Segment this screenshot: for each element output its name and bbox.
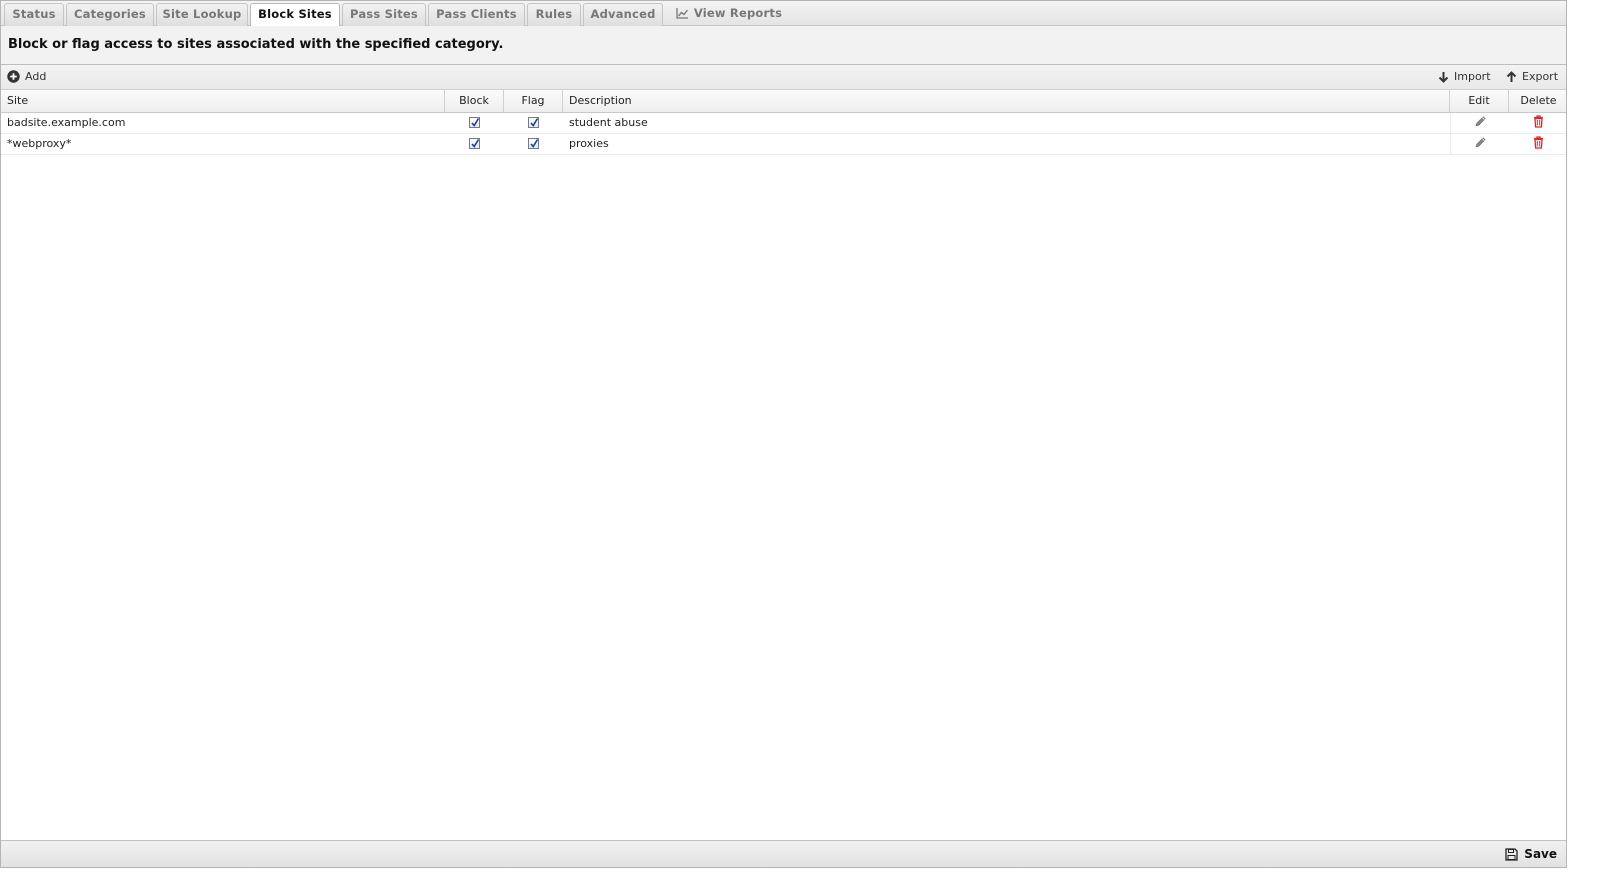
arrow-up-icon [1506, 71, 1517, 82]
tab-label: Site Lookup [162, 7, 242, 21]
checkmark-icon [471, 117, 480, 127]
checkmark-icon [530, 138, 539, 148]
grid-header: Site Block Flag Description Edit Delete [1, 90, 1566, 113]
column-header-edit: Edit [1450, 90, 1509, 112]
block-checkbox[interactable] [469, 116, 480, 128]
import-label: Import [1454, 70, 1491, 83]
tab-label: Block Sites [258, 7, 332, 21]
tab-pass-sites[interactable]: Pass Sites [342, 3, 426, 26]
column-header-description[interactable]: Description [563, 90, 1450, 112]
block-checkbox[interactable] [469, 137, 480, 149]
checkmark-icon [471, 138, 480, 148]
trash-icon[interactable] [1533, 115, 1544, 128]
tab-label: Categories [74, 7, 146, 21]
plus-circle-icon [7, 70, 20, 83]
pencil-icon[interactable] [1474, 136, 1487, 149]
column-header-flag[interactable]: Flag [504, 90, 563, 112]
footer-bar: Save [1, 840, 1566, 867]
import-button[interactable]: Import [1438, 69, 1491, 85]
table-row[interactable]: badsite.example.com student abuse [1, 113, 1566, 134]
delete-cell [1509, 134, 1568, 154]
flag-cell [504, 134, 563, 154]
export-button[interactable]: Export [1506, 69, 1558, 85]
column-header-site[interactable]: Site [1, 90, 445, 112]
flag-cell [504, 113, 563, 133]
tab-block-sites[interactable]: Block Sites [250, 3, 340, 27]
tab-status[interactable]: Status [4, 3, 64, 26]
tab-advanced[interactable]: Advanced [583, 3, 663, 26]
save-button[interactable]: Save [1505, 846, 1557, 862]
app-frame: Status Categories Site Lookup Block Site… [0, 0, 1567, 868]
tab-label: Status [12, 7, 56, 21]
tab-view-reports[interactable]: View Reports [671, 3, 787, 26]
pencil-icon[interactable] [1474, 115, 1487, 128]
description-cell: student abuse [569, 116, 648, 129]
tab-categories[interactable]: Categories [66, 3, 154, 26]
edit-cell [1450, 134, 1509, 154]
add-label: Add [25, 70, 47, 83]
grid-toolbar: Add Import Export [1, 65, 1566, 90]
site-cell: *webproxy* [7, 137, 72, 150]
site-cell: badsite.example.com [7, 116, 126, 129]
tab-bar: Status Categories Site Lookup Block Site… [1, 1, 1566, 27]
flag-checkbox[interactable] [528, 137, 539, 149]
tab-site-lookup[interactable]: Site Lookup [156, 3, 248, 26]
tab-label: Pass Sites [350, 7, 418, 21]
edit-cell [1450, 113, 1509, 133]
block-cell [445, 134, 504, 154]
export-label: Export [1522, 70, 1559, 83]
tab-label: Rules [535, 7, 573, 21]
line-chart-icon [676, 5, 689, 25]
column-header-delete: Delete [1520, 94, 1557, 107]
tab-label: Pass Clients [436, 7, 517, 21]
delete-cell [1509, 113, 1568, 133]
checkmark-icon [530, 117, 539, 127]
tab-rules[interactable]: Rules [527, 3, 581, 26]
add-button[interactable]: Add [7, 69, 46, 85]
save-label: Save [1524, 847, 1557, 861]
block-cell [445, 113, 504, 133]
description-cell: proxies [569, 137, 609, 150]
arrow-down-icon [1438, 72, 1449, 83]
tab-pass-clients[interactable]: Pass Clients [428, 3, 525, 26]
trash-icon[interactable] [1533, 136, 1544, 149]
tab-label: View Reports [693, 6, 783, 20]
table-row[interactable]: *webproxy* proxies [1, 134, 1566, 155]
flag-checkbox[interactable] [528, 116, 539, 128]
column-header-block[interactable]: Block [445, 90, 504, 112]
page-description: Block or flag access to sites associated… [1, 26, 1566, 65]
floppy-disk-icon [1505, 848, 1518, 861]
tab-label: Advanced [590, 7, 656, 21]
